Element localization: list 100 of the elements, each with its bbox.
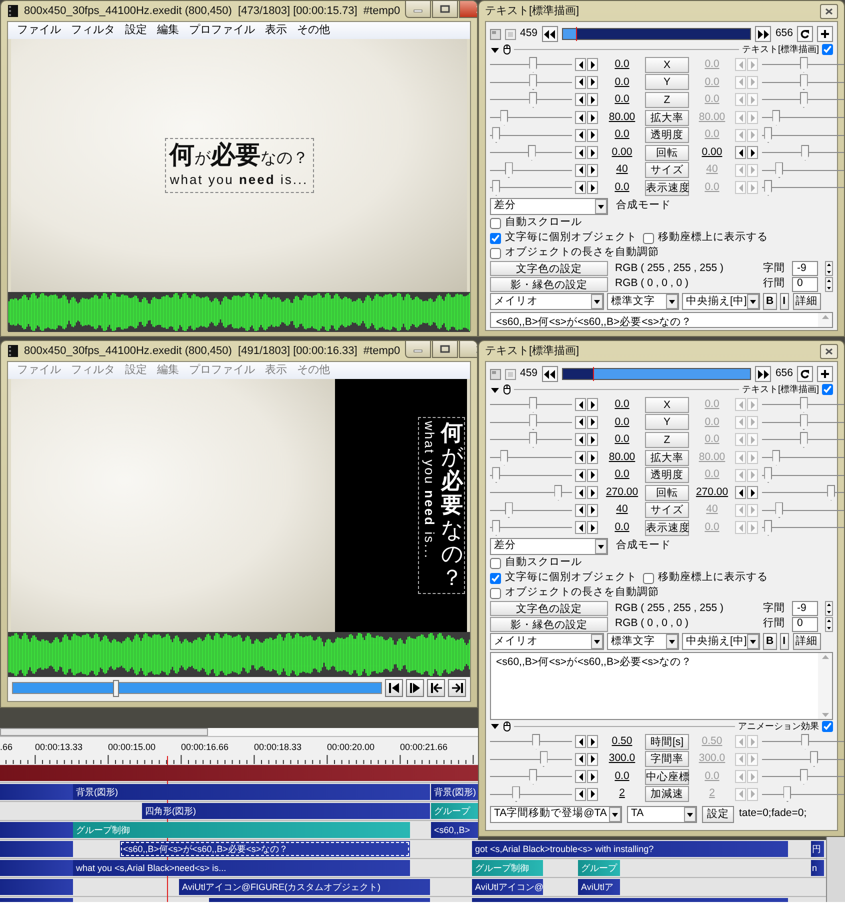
slider-thumb[interactable]: [800, 396, 808, 413]
script-dropdown[interactable]: TA: [626, 806, 697, 823]
slider-thumb[interactable]: [529, 56, 538, 73]
decrement-button[interactable]: [575, 181, 586, 194]
increment-button[interactable]: [587, 128, 598, 142]
slider-thumb[interactable]: [800, 432, 808, 448]
previous-button[interactable]: [542, 366, 558, 382]
effect-dropdown[interactable]: TA字間移動で登場@TA: [490, 806, 622, 823]
parameter-button[interactable]: 拡大率: [645, 450, 689, 466]
timeline-clip[interactable]: [0, 784, 73, 800]
bold-button[interactable]: B: [763, 633, 777, 650]
slider-thumb[interactable]: [528, 144, 536, 161]
rotate-button[interactable]: [797, 26, 813, 42]
parameter-value[interactable]: 0.0: [602, 432, 642, 448]
increment-button[interactable]: [747, 146, 758, 160]
timeline-clip[interactable]: グループ制御: [73, 822, 410, 838]
menu-item[interactable]: プロファイル: [184, 22, 260, 39]
menu-item[interactable]: ファイル: [12, 362, 66, 379]
decrement-button[interactable]: [575, 770, 586, 784]
increment-button[interactable]: [587, 58, 598, 72]
menu-item[interactable]: 表示: [260, 362, 292, 379]
slider-thumb[interactable]: [810, 751, 818, 768]
step-forward-button[interactable]: [406, 679, 424, 697]
parameter-value[interactable]: 0.50: [602, 734, 642, 750]
slider-thumb[interactable]: [512, 786, 520, 802]
parameter-value[interactable]: 80.00: [602, 450, 642, 466]
increment-button[interactable]: [587, 164, 598, 177]
parameter-button[interactable]: X: [645, 56, 689, 73]
jump-start-button[interactable]: [427, 679, 445, 697]
decrement-button[interactable]: [575, 58, 586, 72]
alignment-dropdown[interactable]: 中央揃え[中]: [682, 293, 760, 310]
maximize-button[interactable]: [432, 341, 458, 358]
color-button[interactable]: 文字色の設定: [490, 601, 608, 616]
slider-thumb[interactable]: [800, 414, 808, 430]
number-field[interactable]: 0: [792, 616, 818, 632]
increment-button[interactable]: [587, 451, 598, 464]
slider-thumb[interactable]: [764, 180, 772, 196]
slider-thumb[interactable]: [764, 520, 772, 536]
parameter-button[interactable]: 字間率: [645, 751, 689, 768]
parameter-button[interactable]: X: [645, 396, 689, 413]
increment-button[interactable]: [587, 111, 598, 124]
menu-item[interactable]: 編集: [152, 362, 184, 379]
parameter-value[interactable]: 0.00: [692, 144, 732, 161]
rotate-button[interactable]: [797, 366, 813, 382]
slider-thumb[interactable]: [500, 110, 508, 126]
text-input-area[interactable]: <s60,,B>何<s>が<s60,,B>必要<s>なの？: [490, 312, 833, 328]
decrement-button[interactable]: [575, 76, 586, 89]
decrement-button[interactable]: [575, 433, 586, 446]
slider-thumb[interactable]: [492, 180, 500, 196]
timeline-clip[interactable]: 円: [811, 841, 824, 857]
checkbox[interactable]: [822, 384, 833, 395]
previous-button[interactable]: [542, 26, 558, 42]
parameter-button[interactable]: 拡大率: [645, 110, 689, 126]
increment-button[interactable]: [587, 752, 598, 766]
frame-range-bar[interactable]: [562, 28, 752, 40]
slider-thumb[interactable]: [801, 144, 810, 161]
decrement-button[interactable]: [575, 398, 586, 412]
minimize-button[interactable]: [405, 1, 432, 18]
decrement-button[interactable]: [575, 451, 586, 464]
slider-thumb[interactable]: [529, 92, 538, 108]
parameter-button[interactable]: 中心座標: [645, 768, 689, 785]
parameter-button[interactable]: 時間[s]: [645, 734, 689, 750]
color-button[interactable]: 文字色の設定: [490, 261, 608, 276]
decrement-button[interactable]: [575, 521, 586, 534]
minimize-button[interactable]: [405, 341, 432, 358]
slider[interactable]: [490, 180, 572, 196]
slider-thumb[interactable]: [800, 92, 808, 108]
decrement-button[interactable]: [575, 146, 586, 160]
timeline-clip[interactable]: n: [811, 860, 824, 876]
checkbox[interactable]: [490, 248, 501, 259]
menu-item[interactable]: その他: [292, 22, 335, 39]
timeline-clip[interactable]: 背景(図形): [73, 784, 430, 800]
blend-mode-dropdown[interactable]: 差分: [490, 198, 608, 215]
slider-thumb[interactable]: [529, 74, 538, 90]
slider-thumb[interactable]: [504, 502, 513, 518]
increment-button[interactable]: [587, 416, 598, 429]
parameter-value[interactable]: 300.0: [602, 751, 642, 768]
parameter-button[interactable]: サイズ: [645, 162, 689, 178]
italic-button[interactable]: I: [780, 293, 789, 310]
add-button[interactable]: [817, 366, 833, 382]
decrement-button[interactable]: [575, 468, 586, 482]
parameter-value[interactable]: 0.0: [602, 74, 642, 90]
decrement-button[interactable]: [575, 752, 586, 766]
parameter-value[interactable]: 80.00: [602, 110, 642, 126]
timeline-clip[interactable]: AviUtlア: [578, 879, 620, 895]
checkbox[interactable]: [822, 44, 833, 55]
slider-thumb[interactable]: [492, 520, 500, 536]
slider-thumb[interactable]: [529, 768, 538, 785]
checkbox[interactable]: [643, 232, 654, 244]
increment-button[interactable]: [587, 433, 598, 446]
parameter-button[interactable]: Z: [645, 92, 689, 108]
increment-button[interactable]: [587, 770, 598, 784]
increment-button[interactable]: [587, 398, 598, 412]
parameter-value[interactable]: 0.00: [602, 144, 642, 161]
slider-thumb[interactable]: [783, 786, 792, 802]
menu-item[interactable]: 設定: [120, 362, 152, 379]
parameter-value[interactable]: 270.00: [602, 484, 642, 501]
increment-button[interactable]: [587, 486, 598, 500]
font-dropdown[interactable]: メイリオ: [490, 633, 604, 650]
menu-item[interactable]: 表示: [260, 22, 292, 39]
